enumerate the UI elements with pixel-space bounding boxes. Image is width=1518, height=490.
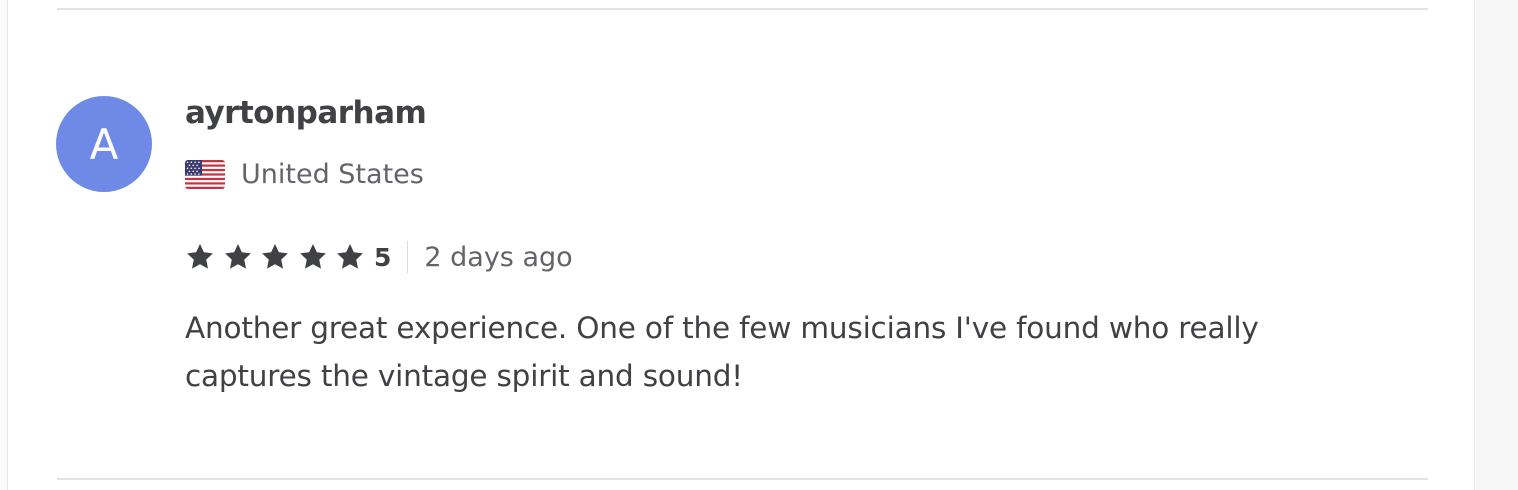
rating-separator bbox=[407, 241, 409, 273]
reviews-panel: A ayrtonparham United States 5 2 days ag… bbox=[7, 0, 1475, 490]
rating-value: 5 bbox=[373, 242, 392, 272]
review-timestamp: 2 days ago bbox=[424, 241, 573, 273]
review-divider-top bbox=[57, 8, 1428, 10]
star-icon bbox=[260, 242, 290, 272]
star-rating bbox=[185, 242, 373, 272]
page-scroll-track bbox=[1476, 0, 1518, 490]
star-icon bbox=[298, 242, 328, 272]
review-text: Another great experience. One of the few… bbox=[185, 311, 1259, 393]
reviewer-username[interactable]: ayrtonparham bbox=[185, 95, 427, 131]
avatar-initial: A bbox=[89, 119, 119, 169]
reviewer-country-row: United States bbox=[185, 156, 424, 192]
reviewer-country: United States bbox=[241, 158, 424, 190]
star-icon bbox=[223, 242, 253, 272]
star-icon bbox=[335, 242, 365, 272]
review-divider-bottom bbox=[57, 478, 1428, 480]
avatar[interactable]: A bbox=[56, 96, 152, 192]
us-flag-icon bbox=[185, 159, 225, 189]
rating-row: 5 2 days ago bbox=[185, 238, 573, 276]
star-icon bbox=[185, 242, 215, 272]
